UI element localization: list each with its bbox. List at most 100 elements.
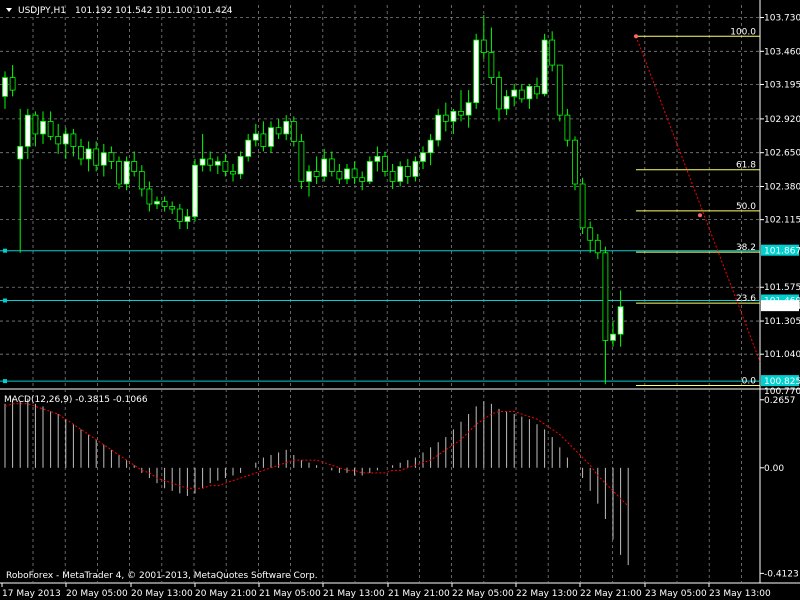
candle-body: [306, 171, 312, 182]
candle-body: [131, 161, 138, 172]
candle-body: [40, 121, 46, 135]
candle-body: [366, 161, 373, 182]
candle-body: [359, 177, 366, 182]
candle-body: [404, 166, 411, 177]
copyright-text: RoboForex - MetaTrader 4, © 2001-2013, M…: [6, 571, 318, 581]
price-tick-label: 102.920: [764, 115, 800, 125]
candle-body: [503, 95, 510, 110]
candle-body: [85, 148, 92, 160]
candle-body: [351, 168, 358, 179]
candle-body: [556, 64, 563, 116]
level-price-label: 101.867: [764, 247, 800, 257]
fib-level-label: 0.0: [742, 376, 757, 386]
level-handle[interactable]: [3, 379, 7, 384]
candle-body: [328, 158, 335, 172]
candle-body: [100, 152, 107, 166]
candle-body: [138, 171, 145, 190]
price-tick-label: 103.460: [764, 47, 800, 57]
candle-body: [458, 110, 464, 116]
candle-body: [55, 136, 62, 145]
candle-body: [161, 201, 168, 207]
candle-body: [488, 52, 495, 78]
time-tick-label: 23 May 13:00: [709, 589, 771, 599]
candle-body: [511, 89, 518, 97]
trend-line-anchor[interactable]: [634, 34, 638, 39]
time-tick-label: 23 May 05:00: [645, 589, 707, 599]
time-tick-label: 20 May 13:00: [131, 589, 193, 599]
fib-level-label: 50.0: [736, 202, 756, 212]
candle-body: [154, 201, 160, 205]
candle-body: [123, 161, 130, 185]
candle-body: [389, 171, 396, 182]
candle-body: [572, 139, 578, 185]
candle-body: [298, 141, 305, 182]
price-tick-label: 102.650: [764, 149, 800, 159]
macd-tick-label: 0.00: [764, 464, 784, 474]
price-tick-label: 101.040: [764, 350, 800, 360]
candle-body: [78, 146, 84, 160]
candle-body: [176, 208, 183, 222]
fib-level-label: 23.6: [736, 294, 756, 304]
candle-body: [313, 171, 320, 177]
fib-level-label: 38.2: [736, 243, 756, 253]
candle-body: [374, 156, 381, 162]
candle-body: [382, 156, 388, 172]
candle-body: [17, 146, 24, 160]
macd-tick-label: 0.2657: [764, 396, 796, 406]
candle-body: [442, 114, 449, 122]
candle-body: [252, 133, 259, 141]
candle-body: [24, 114, 31, 147]
trend-line-anchor[interactable]: [698, 213, 702, 218]
price-tick-label: 103.195: [764, 80, 800, 90]
level-handle[interactable]: [3, 298, 7, 303]
candle-body: [564, 114, 571, 141]
time-tick-label: 21 May 13:00: [323, 589, 385, 599]
time-tick-label: 22 May 13:00: [516, 589, 578, 599]
bid-price-label: 101.424: [764, 302, 800, 312]
time-tick-label: 20 May 21:00: [195, 589, 257, 599]
time-tick-label: 17 May 2013: [2, 589, 61, 599]
price-tick-label: 101.305: [764, 317, 800, 327]
fib-level-label: 100.0: [730, 27, 756, 37]
candle-body: [610, 333, 616, 341]
candle-body: [420, 152, 426, 162]
candle-body: [435, 114, 442, 141]
chart-ohlc: 101.192 101.542 101.100 101.424: [75, 6, 233, 16]
level-price-label: 100.825: [764, 377, 800, 387]
candle-body: [496, 77, 502, 110]
macd-label: MACD(12,26,9) -0.3815 -0.1066: [4, 395, 148, 405]
candle-body: [412, 161, 419, 177]
time-tick-label: 22 May 05:00: [452, 589, 514, 599]
chart-root[interactable]: 103.730 103.460 103.195 102.920 102.650 102.3…: [0, 0, 800, 600]
chart-background: [0, 0, 800, 600]
macd-tick-label: -0.4123: [764, 569, 799, 579]
candle-body: [2, 77, 8, 97]
candle-body: [108, 152, 115, 162]
fib-level-label: 61.8: [736, 161, 756, 171]
candle-body: [594, 239, 601, 254]
candle-body: [450, 110, 457, 122]
candle-body: [146, 188, 153, 205]
candle-body: [207, 158, 214, 166]
candle-body: [534, 85, 540, 95]
candle-body: [184, 216, 191, 222]
candle-body: [275, 127, 282, 135]
candle-body: [199, 158, 206, 166]
candle-body: [541, 39, 548, 95]
candle-body: [62, 133, 69, 145]
candle-body: [526, 85, 533, 100]
price-tick-label: 102.115: [764, 216, 800, 226]
time-tick-label: 21 May 21:00: [388, 589, 450, 599]
candle-body: [397, 166, 404, 182]
level-handle[interactable]: [3, 248, 7, 253]
candle-body: [473, 39, 480, 104]
price-tick-label: 101.575: [764, 283, 800, 293]
candle-body: [268, 127, 274, 147]
candle-body: [32, 114, 39, 135]
candle-body: [465, 102, 472, 116]
candle-body: [47, 121, 54, 137]
candle-body: [230, 171, 236, 175]
time-tick-label: 20 May 05:00: [66, 589, 128, 599]
candle-body: [579, 183, 586, 229]
candle-body: [290, 121, 297, 142]
